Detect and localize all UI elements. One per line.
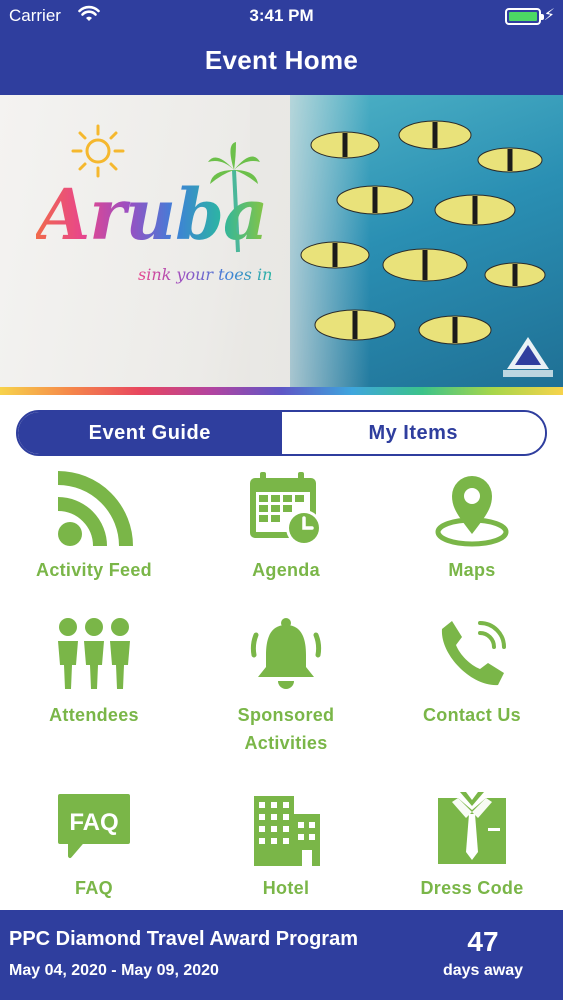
menu-item-label: Activity Feed [36, 560, 152, 580]
menu-item-dress-code[interactable]: Dress Code [378, 788, 563, 902]
ppc-logo-icon [503, 337, 553, 377]
rainbow-stripe [0, 387, 563, 395]
menu-item-label: FAQ [75, 878, 113, 898]
program-dates: May 04, 2020 - May 09, 2020 [9, 962, 219, 979]
top-bar: Carrier 3:41 PM ⚡ Event Home [0, 0, 563, 95]
menu-item-maps[interactable]: Maps [378, 470, 563, 584]
banner-title: Aruba [36, 173, 268, 256]
faq-bubble-icon: FAQ [58, 794, 130, 858]
calendar-clock-icon [250, 472, 322, 546]
menu-item-sponsored-activities[interactable]: Sponsored Activities [192, 615, 380, 757]
menu-item-faq[interactable]: FAQ FAQ [0, 788, 188, 902]
days-count: 47 [467, 926, 499, 957]
page-title: Event Home [204, 45, 359, 75]
banner-tagline: sink your toes in [138, 265, 273, 284]
map-pin-icon [435, 476, 509, 547]
status-time: 3:41 PM [249, 6, 314, 25]
menu-item-hotel[interactable]: Hotel [192, 788, 380, 902]
bell-icon [250, 618, 322, 689]
menu-item-activity-feed[interactable]: Activity Feed [0, 470, 188, 584]
event-banner: Aruba sink your toes in [0, 95, 563, 395]
hotel-building-icon [254, 796, 320, 866]
charging-bolt-icon: ⚡ [543, 7, 555, 24]
tab-my-items[interactable]: My Items [281, 412, 545, 454]
menu-item-label: Hotel [262, 878, 310, 898]
menu-item-agenda[interactable]: Agenda [192, 470, 380, 584]
menu-item-label: Attendees [49, 705, 139, 725]
people-group-icon [58, 618, 130, 689]
days-away-label: days away [442, 962, 524, 979]
segmented-control: Event Guide My Items [16, 410, 547, 456]
shirt-tie-icon [438, 792, 506, 864]
status-bar: Carrier 3:41 PM ⚡ [0, 0, 563, 32]
program-title: PPC Diamond Travel Award Program [9, 928, 358, 950]
menu-item-label: Contact Us [422, 705, 521, 725]
menu-item-attendees[interactable]: Attendees [0, 615, 188, 729]
menu-item-label: Agenda [252, 560, 320, 580]
menu-item-label: Maps [448, 560, 496, 580]
menu-item-label: Sponsored Activities [237, 705, 335, 753]
svg-text:FAQ: FAQ [69, 809, 118, 836]
tab-event-guide[interactable]: Event Guide [18, 412, 282, 454]
event-footer[interactable]: PPC Diamond Travel Award Program May 04,… [0, 910, 563, 1000]
rss-feed-icon [57, 471, 133, 547]
phone-icon [441, 621, 506, 686]
sun-icon [71, 124, 125, 178]
menu-item-contact-us[interactable]: Contact Us [378, 615, 563, 729]
menu-item-label: Dress Code [420, 878, 524, 898]
battery-icon [505, 8, 544, 25]
